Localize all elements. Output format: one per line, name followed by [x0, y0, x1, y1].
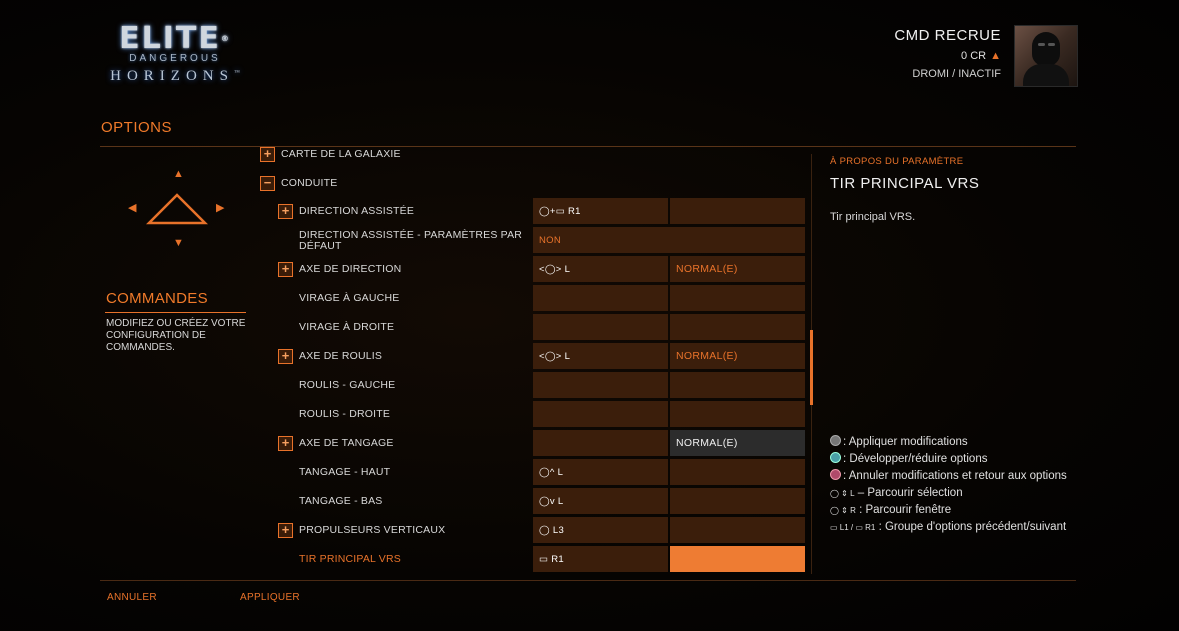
binding-primary[interactable]: ◯v L	[533, 488, 668, 514]
binding-secondary[interactable]	[670, 372, 805, 398]
about-description: Tir principal VRS.	[830, 211, 916, 223]
table-row[interactable]: ROULIS - DROITE	[256, 400, 808, 428]
logo-line1: ELITE	[119, 21, 221, 56]
expand-icon[interactable]: +	[278, 204, 293, 219]
binding-primary[interactable]: ▭ R1	[533, 546, 668, 572]
expand-icon[interactable]: +	[278, 262, 293, 277]
binding-primary[interactable]	[533, 372, 668, 398]
commander-credits: 0 CR	[961, 50, 987, 62]
table-row[interactable]: VIRAGE À GAUCHE	[256, 284, 808, 312]
binding-primary[interactable]: ◯^ L	[533, 459, 668, 485]
binding-primary[interactable]: ◯ L3	[533, 517, 668, 543]
binding-secondary[interactable]: NORMAL(E)	[670, 256, 805, 282]
shoulder-buttons-icon: ▭ L1 / ▭ R1	[830, 523, 876, 532]
expand-icon[interactable]: +	[260, 147, 275, 162]
table-row[interactable]: + AXE DE DIRECTION <◯> L NORMAL(E)	[256, 255, 808, 283]
table-row[interactable]: TANGAGE - HAUT ◯^ L	[256, 458, 808, 486]
binding-primary[interactable]: <◯> L	[533, 256, 668, 282]
dpad-up-icon: ▲	[173, 168, 184, 180]
footer-divider	[100, 580, 1076, 581]
table-row[interactable]: VIRAGE À DROITE	[256, 313, 808, 341]
list-item-galaxy-map[interactable]: + CARTE DE LA GALAXIE	[256, 147, 808, 168]
binding-primary[interactable]	[533, 430, 668, 456]
category-title: COMMANDES	[106, 290, 208, 307]
ship-icon	[146, 193, 208, 225]
button-help: : Appliquer modifications : Développer/r…	[830, 435, 1067, 533]
circle-button-icon	[830, 469, 841, 480]
binding-secondary[interactable]	[670, 488, 805, 514]
commander-info: CMD RECRUE 0 CR ▲ DROMI / INACTIF	[894, 27, 1001, 80]
logo-line3: HORIZONS	[110, 68, 234, 84]
binding-secondary[interactable]	[670, 401, 805, 427]
binding-primary[interactable]: <◯> L	[533, 343, 668, 369]
game-logo: ELITE® DANGEROUS HORIZONS™	[100, 24, 250, 85]
dpad-down-icon: ▼	[173, 237, 184, 249]
binding-primary[interactable]	[533, 285, 668, 311]
collapse-icon[interactable]: −	[260, 176, 275, 191]
category-description: MODIFIEZ OU CRÉEZ VOTRE CONFIGURATION DE…	[106, 318, 246, 353]
apply-button[interactable]: APPLIQUER	[240, 592, 300, 603]
category-underline	[105, 312, 246, 313]
scrollbar-thumb[interactable]	[810, 330, 813, 405]
binding-secondary[interactable]: NORMAL(E)	[670, 430, 805, 456]
square-button-icon	[830, 435, 841, 446]
binding-secondary[interactable]	[670, 517, 805, 543]
binding-secondary[interactable]	[670, 198, 805, 224]
table-row[interactable]: ROULIS - GAUCHE	[256, 371, 808, 399]
commander-location: DROMI / INACTIF	[912, 68, 1001, 80]
rank-icon: ▲	[990, 50, 1001, 62]
table-row[interactable]: TANGAGE - BAS ◯v L	[256, 487, 808, 515]
binding-secondary[interactable]: NORMAL(E)	[670, 343, 805, 369]
table-row[interactable]: + AXE DE TANGAGE NORMAL(E)	[256, 429, 808, 457]
cancel-button[interactable]: ANNULER	[107, 592, 157, 603]
binding-primary[interactable]	[533, 401, 668, 427]
binding-secondary[interactable]	[670, 459, 805, 485]
binding-secondary[interactable]	[670, 285, 805, 311]
table-row[interactable]: DIRECTION ASSISTÉE - PARAMÈTRES PAR DÉFA…	[256, 226, 808, 254]
dpad-icon: ▲ ▼ ◀ ▶	[120, 165, 235, 255]
table-row[interactable]: + DIRECTION ASSISTÉE ◯+▭ R1	[256, 197, 808, 225]
binding-secondary-selected[interactable]	[670, 546, 805, 572]
triangle-button-icon	[830, 452, 841, 463]
table-row-selected[interactable]: TIR PRINCIPAL VRS ▭ R1	[256, 545, 808, 573]
avatar	[1014, 25, 1078, 87]
page-title: OPTIONS	[101, 119, 173, 136]
controls-list[interactable]: + CARTE DE LA GALAXIE − CONDUITE + DIREC…	[256, 147, 808, 574]
table-row[interactable]: + PROPULSEURS VERTICAUX ◯ L3	[256, 516, 808, 544]
binding-primary[interactable]: NON	[533, 227, 805, 253]
commander-name: CMD RECRUE	[894, 27, 1001, 44]
left-stick-icon: ◯ ⇕ L	[830, 489, 855, 498]
expand-icon[interactable]: +	[278, 436, 293, 451]
expand-icon[interactable]: +	[278, 523, 293, 538]
table-row[interactable]: + AXE DE ROULIS <◯> L NORMAL(E)	[256, 342, 808, 370]
binding-primary[interactable]	[533, 314, 668, 340]
binding-primary[interactable]: ◯+▭ R1	[533, 198, 668, 224]
binding-secondary[interactable]	[670, 314, 805, 340]
expand-icon[interactable]: +	[278, 349, 293, 364]
list-group-conduite[interactable]: − CONDUITE	[256, 169, 808, 197]
right-stick-icon: ◯ ⇕ R	[830, 506, 856, 515]
dpad-left-icon: ◀	[128, 202, 137, 214]
dpad-right-icon: ▶	[216, 202, 225, 214]
about-title: TIR PRINCIPAL VRS	[830, 175, 980, 192]
about-header: À PROPOS DU PARAMÈTRE	[830, 156, 964, 167]
